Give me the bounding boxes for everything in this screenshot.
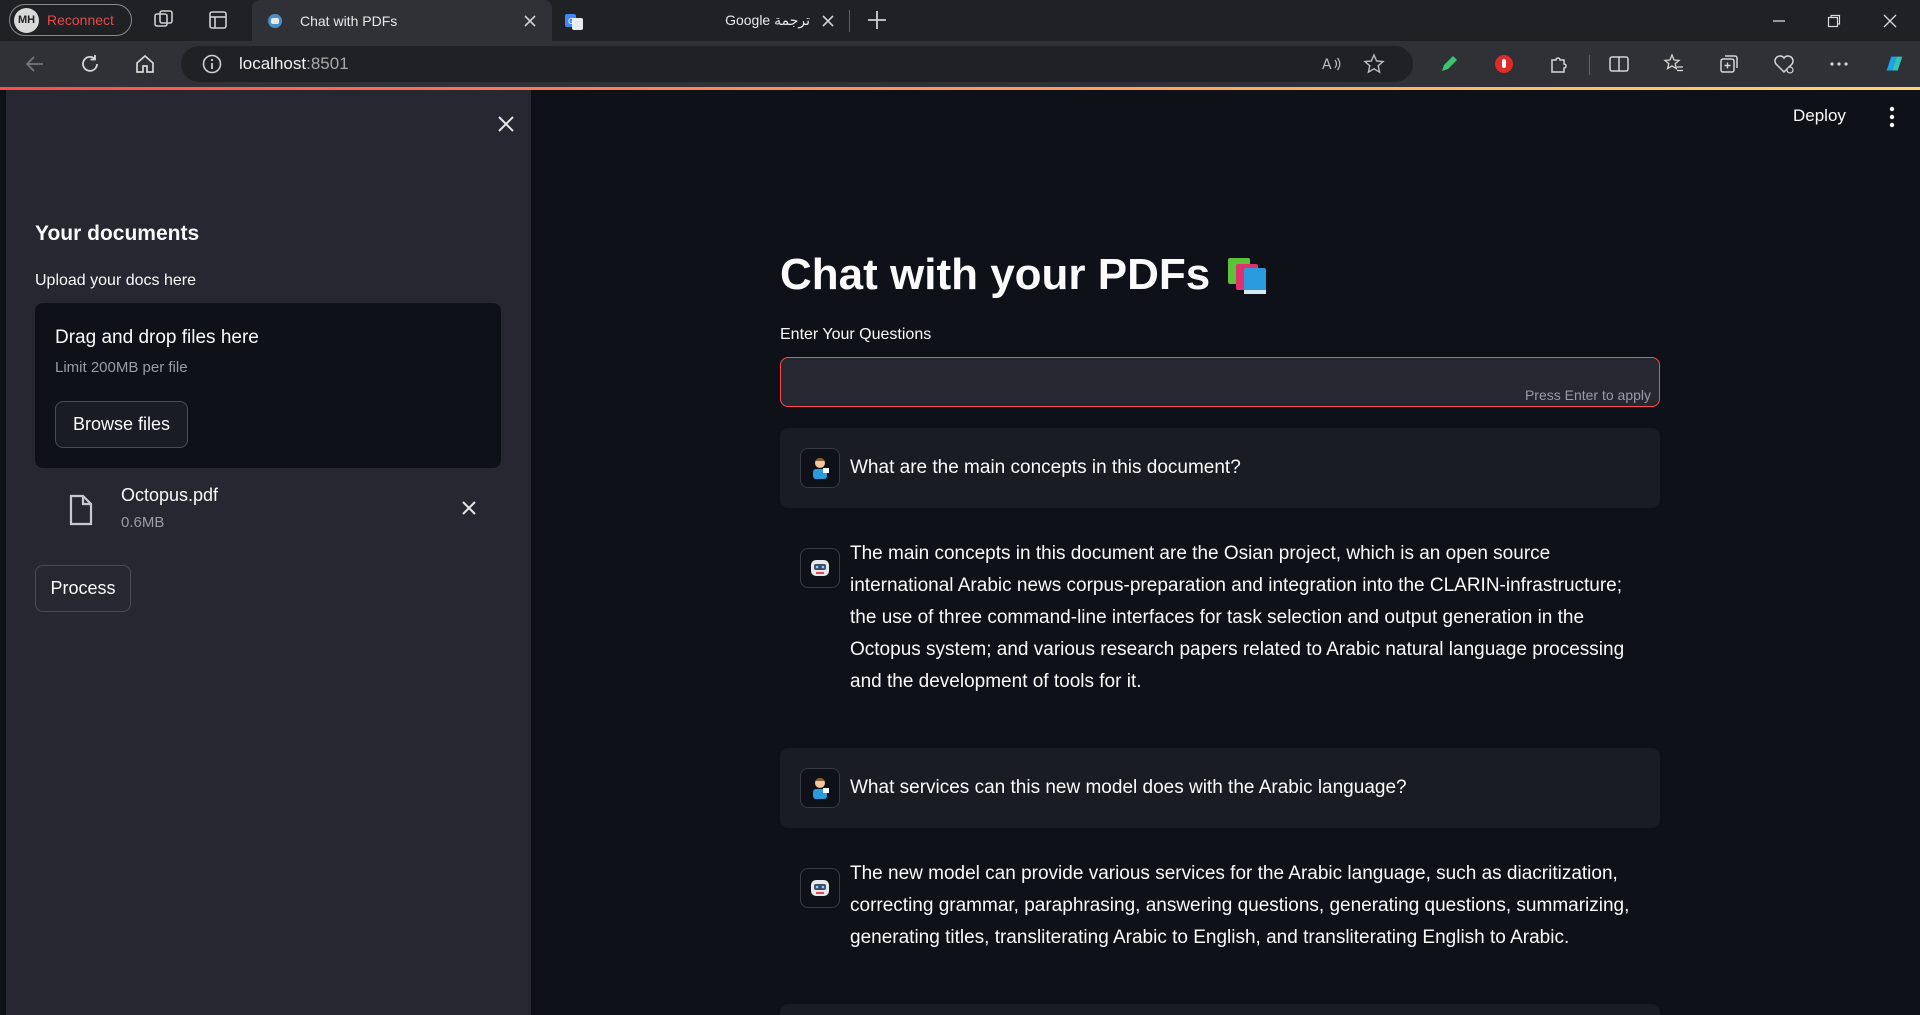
- tab-title: Chat with PDFs: [300, 12, 398, 29]
- browser-essentials-icon[interactable]: [1772, 52, 1796, 76]
- extensions-puzzle-icon[interactable]: [1547, 52, 1571, 76]
- browser-tab-bar: MH Reconnect Chat with PDFs G Google ترج…: [0, 0, 1920, 41]
- google-translate-favicon-icon: G: [564, 12, 583, 30]
- svg-text:A: A: [1322, 57, 1332, 73]
- workspaces-icon[interactable]: [152, 8, 176, 32]
- file-dropzone[interactable]: Drag and drop files here Limit 200MB per…: [35, 303, 501, 468]
- tab-title: Google ترجمة: [725, 12, 810, 28]
- input-hint: Press Enter to apply: [1524, 387, 1651, 403]
- chat-message-user: What services can this new model does wi…: [780, 748, 1660, 828]
- url-text: localhost:8501: [239, 54, 349, 74]
- user-avatar-icon: [800, 448, 840, 488]
- deploy-button[interactable]: Deploy: [1793, 106, 1846, 126]
- url-port: :8501: [306, 54, 349, 73]
- url-host: localhost: [239, 54, 307, 73]
- favorite-star-icon[interactable]: [1363, 53, 1385, 75]
- new-tab-icon[interactable]: [864, 7, 890, 33]
- tab-actions-icon[interactable]: [206, 8, 230, 32]
- chat-message-user: [780, 1004, 1660, 1015]
- uploaded-file-size: 0.6MB: [121, 514, 165, 531]
- split-screen-icon[interactable]: [1607, 52, 1631, 76]
- question-input-wrapper: Press Enter to apply: [780, 357, 1660, 407]
- restore-icon[interactable]: [1806, 0, 1862, 41]
- browse-files-button[interactable]: Browse files: [55, 401, 188, 448]
- remove-file-icon[interactable]: [456, 495, 482, 521]
- page-title-text: Chat with your PDFs: [780, 250, 1211, 299]
- collections-icon[interactable]: [1717, 52, 1741, 76]
- dropzone-title: Drag and drop files here: [55, 327, 259, 348]
- profile-button[interactable]: MH Reconnect: [9, 4, 132, 36]
- window-close-icon[interactable]: [1862, 0, 1918, 41]
- adblock-extension-icon[interactable]: [1492, 52, 1516, 76]
- read-aloud-icon[interactable]: A: [1321, 53, 1343, 75]
- refresh-icon[interactable]: [77, 51, 103, 77]
- streamlit-favicon-icon: [266, 12, 284, 30]
- question-input-label: Enter Your Questions: [780, 326, 932, 343]
- chat-message-bot: The main concepts in this document are t…: [780, 528, 1660, 698]
- message-text: What are the main concepts in this docum…: [850, 457, 1241, 478]
- sidebar-heading: Your documents: [35, 222, 200, 245]
- upload-label: Upload your docs here: [35, 272, 196, 289]
- profile-status: Reconnect: [47, 12, 114, 28]
- file-icon: [64, 490, 98, 530]
- message-text: The main concepts in this document are t…: [850, 543, 1625, 692]
- tab-close-icon[interactable]: [520, 11, 540, 31]
- more-options-icon[interactable]: [1827, 52, 1851, 76]
- tab-close-icon[interactable]: [818, 11, 838, 31]
- page-title: Chat with your PDFs: [780, 250, 1272, 300]
- user-avatar-icon: [800, 768, 840, 808]
- favorites-icon[interactable]: [1662, 52, 1686, 76]
- main-menu-icon[interactable]: [1881, 104, 1903, 130]
- process-button[interactable]: Process: [35, 565, 131, 612]
- address-bar[interactable]: localhost:8501 A: [181, 46, 1413, 82]
- books-emoji-icon: [1224, 252, 1272, 298]
- message-text: What services can this new model does wi…: [850, 777, 1407, 798]
- site-info-icon[interactable]: [201, 53, 223, 75]
- dropzone-limit: Limit 200MB per file: [55, 359, 188, 376]
- svg-text:G: G: [568, 17, 574, 26]
- pen-extension-icon[interactable]: [1437, 52, 1461, 76]
- copilot-icon[interactable]: [1882, 52, 1906, 76]
- message-text: The new model can provide various servic…: [850, 863, 1630, 948]
- tab-chat-with-pdfs[interactable]: Chat with PDFs: [252, 0, 552, 41]
- tab-separator: [849, 10, 850, 32]
- chat-message-user: What are the main concepts in this docum…: [780, 428, 1660, 508]
- uploaded-file-name: Octopus.pdf: [121, 485, 219, 505]
- back-icon[interactable]: [22, 51, 48, 77]
- home-icon[interactable]: [132, 51, 158, 77]
- tab-google-translate[interactable]: G Google ترجمة: [560, 0, 850, 41]
- chat-message-bot: The new model can provide various servic…: [780, 848, 1660, 968]
- main-content: Deploy Chat with your PDFs Enter Your Qu…: [531, 90, 1920, 1015]
- browser-toolbar: localhost:8501 A: [0, 41, 1920, 87]
- bot-avatar-icon: [800, 868, 840, 908]
- profile-avatar: MH: [14, 7, 39, 33]
- sidebar-close-icon[interactable]: [490, 108, 522, 140]
- bot-avatar-icon: [800, 548, 840, 588]
- minimize-icon[interactable]: [1751, 0, 1807, 41]
- sidebar: Your documents Upload your docs here Dra…: [6, 90, 531, 1015]
- toolbar-separator: [1589, 55, 1590, 75]
